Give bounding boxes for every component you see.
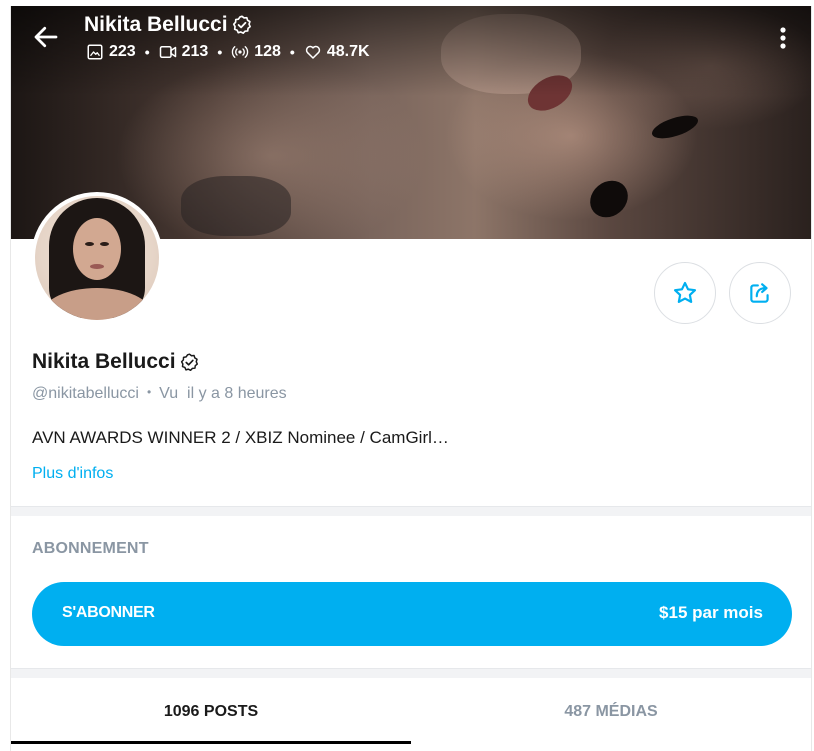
stat-streams-value: 128 bbox=[254, 43, 281, 60]
share-button[interactable] bbox=[729, 262, 791, 324]
stat-videos: 213 bbox=[159, 43, 209, 61]
stat-likes-value: 48.7K bbox=[326, 43, 370, 60]
stat-separator: • bbox=[217, 44, 223, 60]
profile-name-row: Nikita Bellucci bbox=[32, 347, 200, 377]
arrow-left-icon bbox=[34, 26, 58, 48]
subscribe-label: S'ABONNER bbox=[62, 604, 155, 621]
meta-separator: • bbox=[146, 385, 152, 399]
subscribe-button[interactable]: S'ABONNER $15 par mois bbox=[32, 582, 792, 646]
share-icon bbox=[750, 283, 769, 303]
cover-name: Nikita Bellucci bbox=[84, 13, 228, 36]
tab-media[interactable]: 487 MÉDIAS bbox=[411, 677, 811, 747]
more-info-link[interactable]: Plus d'infos bbox=[32, 465, 113, 483]
heart-icon bbox=[305, 45, 320, 59]
video-icon bbox=[159, 46, 176, 58]
subscription-heading: ABONNEMENT bbox=[32, 540, 149, 557]
back-button[interactable] bbox=[31, 22, 61, 52]
more-vertical-icon bbox=[780, 27, 786, 49]
favorite-button[interactable] bbox=[654, 262, 716, 324]
profile-handle: @nikitabellucci bbox=[32, 385, 139, 402]
profile-page: Nikita Bellucci 223 • 213 • 128 • 48.7K … bbox=[10, 6, 812, 751]
stat-likes: 48.7K bbox=[304, 43, 370, 61]
stat-streams: 128 bbox=[231, 43, 281, 61]
cover-header: Nikita Bellucci bbox=[84, 11, 253, 39]
avatar[interactable] bbox=[31, 192, 163, 324]
stat-images: 223 bbox=[86, 43, 136, 61]
profile-name: Nikita Bellucci bbox=[32, 350, 176, 373]
profile-meta: @nikitabellucci • Vu il y a 8 heures bbox=[32, 385, 287, 403]
star-icon bbox=[673, 281, 697, 303]
verified-icon bbox=[180, 352, 198, 371]
subscribe-price: $15 par mois bbox=[659, 603, 763, 622]
section-divider bbox=[11, 506, 811, 516]
stats-row: 223 • 213 • 128 • 48.7K bbox=[86, 41, 370, 63]
stat-videos-value: 213 bbox=[181, 43, 209, 60]
more-options-button[interactable] bbox=[773, 20, 793, 54]
stat-separator: • bbox=[289, 44, 295, 60]
profile-bio: AVN AWARDS WINNER 2 / XBIZ Nominee / Cam… bbox=[32, 428, 449, 447]
tab-posts[interactable]: 1096 POSTS bbox=[11, 677, 411, 747]
stat-separator: • bbox=[144, 44, 150, 60]
stat-images-value: 223 bbox=[109, 43, 136, 60]
last-seen: Vu il y a 8 heures bbox=[159, 385, 287, 402]
stream-icon bbox=[231, 46, 249, 58]
active-tab-indicator bbox=[11, 741, 411, 744]
image-icon bbox=[87, 44, 103, 60]
verified-icon bbox=[232, 15, 251, 34]
